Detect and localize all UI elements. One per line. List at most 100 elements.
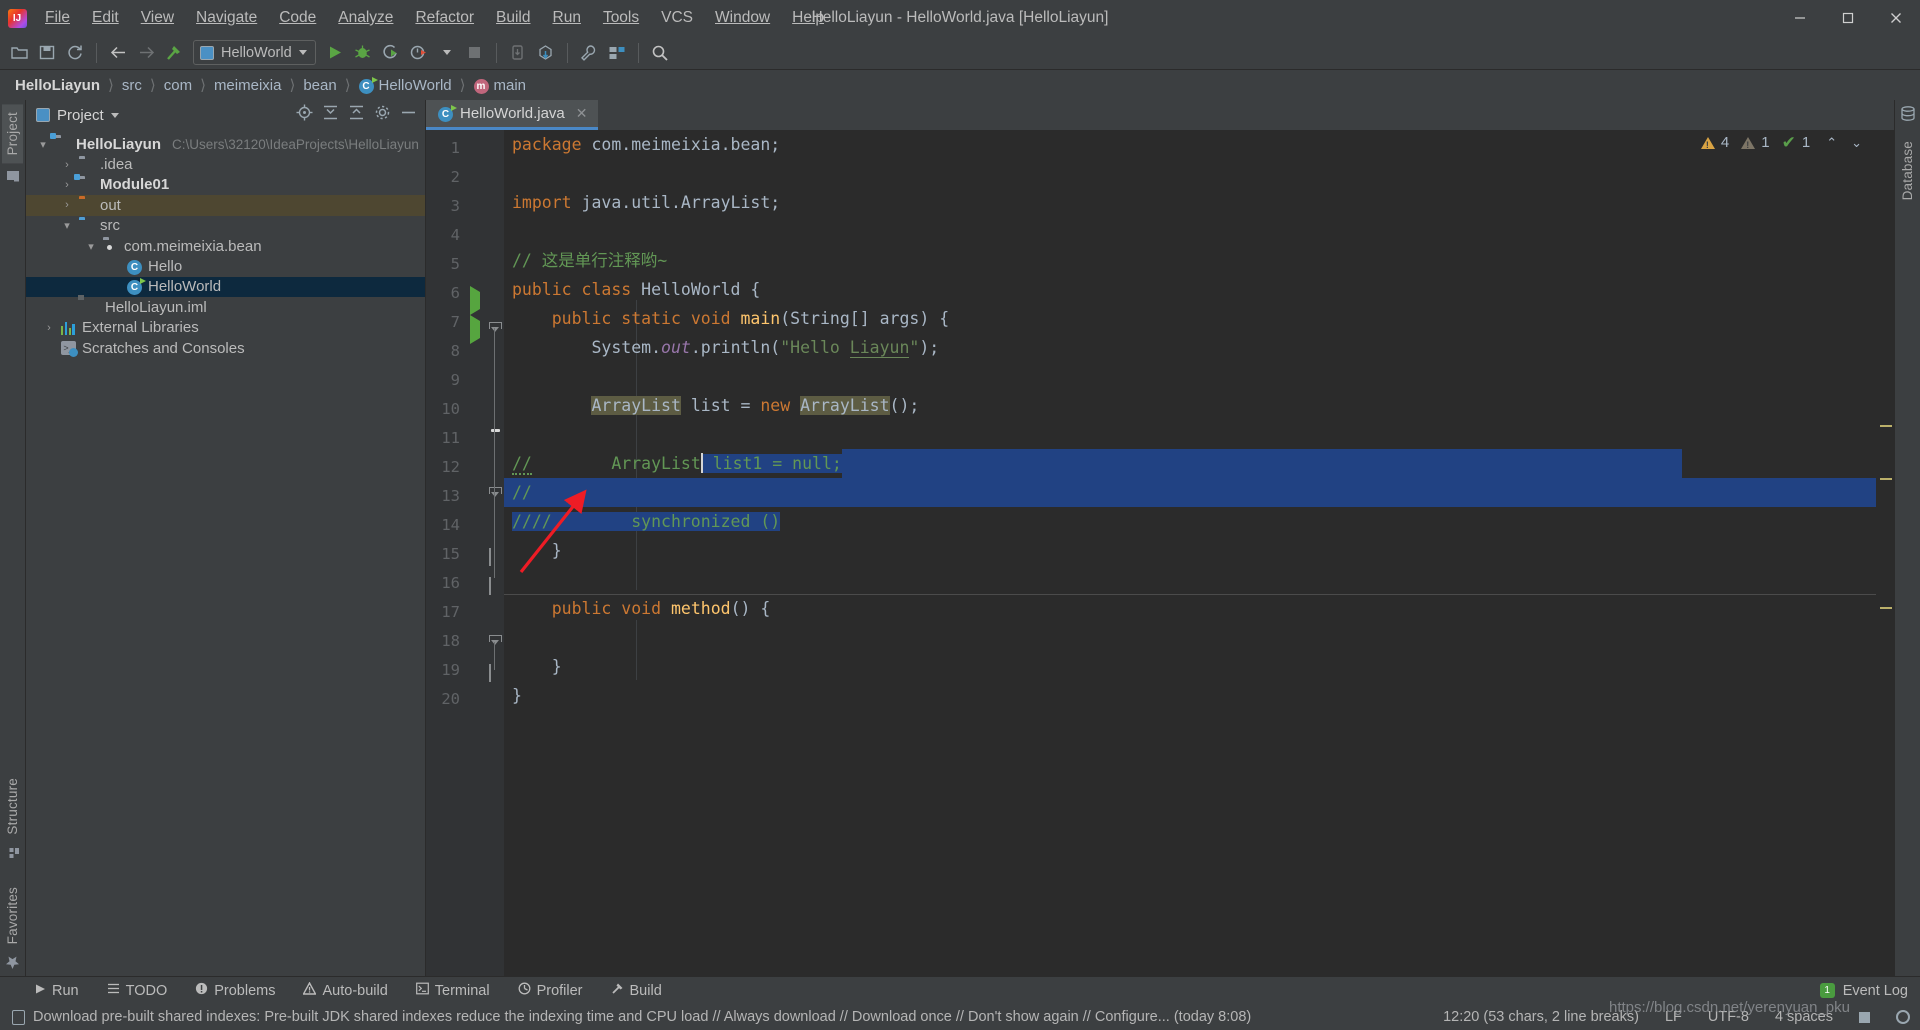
breadcrumb-item-bean[interactable]: bean xyxy=(300,77,339,94)
menu-file[interactable]: File xyxy=(34,5,81,31)
code-line-6[interactable]: public class HelloWorld { xyxy=(504,275,1894,304)
event-log-area[interactable]: 1 Event Log xyxy=(1819,983,1920,999)
hammer-icon[interactable] xyxy=(161,40,187,66)
menu-refactor[interactable]: Refactor xyxy=(404,5,485,31)
tree-row-src[interactable]: ▾ src xyxy=(26,216,425,236)
sync-icon[interactable] xyxy=(62,40,88,66)
bottom-tab-problems[interactable]: Problems xyxy=(191,980,279,1001)
tree-row-out[interactable]: › out xyxy=(26,195,425,216)
close-button[interactable] xyxy=(1872,0,1920,36)
previous-problem-icon[interactable]: ⌃ xyxy=(1826,135,1837,151)
bottom-tab-run[interactable]: Run xyxy=(30,981,83,1001)
menu-help[interactable]: Help xyxy=(781,5,835,31)
menu-navigate[interactable]: Navigate xyxy=(185,5,268,31)
menu-vcs[interactable]: VCS xyxy=(650,5,704,31)
locate-icon[interactable] xyxy=(296,104,313,126)
tree-row-idea[interactable]: › .idea xyxy=(26,154,425,174)
code-line-13[interactable]: // xyxy=(504,478,1894,507)
fold-marker[interactable] xyxy=(489,577,491,595)
hide-icon[interactable] xyxy=(400,104,417,126)
maximize-button[interactable] xyxy=(1824,0,1872,36)
tree-row-iml[interactable]: HelloLiayun.iml xyxy=(26,297,425,317)
run-configuration-selector[interactable]: HelloWorld xyxy=(193,40,316,65)
menu-build[interactable]: Build xyxy=(485,5,541,31)
bottom-tab-todo[interactable]: TODO xyxy=(103,980,172,1001)
forward-arrow-icon[interactable] xyxy=(133,40,159,66)
breadcrumb-item-project[interactable]: HelloLiayun xyxy=(12,77,103,94)
code-line-16[interactable] xyxy=(504,565,1894,594)
line-separator[interactable]: LF xyxy=(1665,1009,1682,1025)
run-icon[interactable] xyxy=(322,40,348,66)
wrench-icon[interactable] xyxy=(576,40,602,66)
code-line-5[interactable]: // 这是单行注释哟~ xyxy=(504,246,1894,275)
breadcrumb-item-meimeixia[interactable]: meimeixia xyxy=(211,77,285,94)
code-line-2[interactable] xyxy=(504,159,1894,188)
tree-row-helloworld[interactable]: C HelloWorld xyxy=(26,276,425,298)
bottom-tab-profiler[interactable]: Profiler xyxy=(514,980,587,1001)
project-structure-icon[interactable] xyxy=(604,40,630,66)
open-folder-icon[interactable] xyxy=(6,40,32,66)
settings-gear-icon[interactable] xyxy=(1896,1010,1910,1024)
settings-gear-icon[interactable] xyxy=(374,104,391,126)
code-line-17[interactable]: public void method() { xyxy=(504,594,1894,623)
bottom-tab-auto-build[interactable]: Auto-build xyxy=(299,980,391,1001)
code-line-4[interactable] xyxy=(504,217,1894,246)
tree-row-package[interactable]: ▾ com.meimeixia.bean xyxy=(26,236,425,256)
project-panel-title[interactable]: Project xyxy=(36,107,119,124)
menu-window[interactable]: Window xyxy=(704,5,781,31)
code-line-12[interactable]: // ArrayList list1 = null; xyxy=(504,449,1894,478)
code-line-11[interactable] xyxy=(504,420,1894,449)
tree-row-module01[interactable]: › Module01 xyxy=(26,173,425,195)
menu-view[interactable]: View xyxy=(130,5,185,31)
indent-setting[interactable]: 4 spaces xyxy=(1775,1009,1833,1025)
tree-row-scratches[interactable]: >_ Scratches and Consoles xyxy=(26,338,425,358)
bottom-tab-build[interactable]: Build xyxy=(607,980,666,1001)
code-line-9[interactable] xyxy=(504,362,1894,391)
editor-tab-helloworld[interactable]: C HelloWorld.java ✕ xyxy=(426,100,598,130)
code-line-8[interactable]: System.out.println("Hello Liayun"); xyxy=(504,333,1894,362)
run-method-gutter-icon[interactable] xyxy=(470,315,480,344)
run-with-coverage-icon[interactable] xyxy=(378,40,404,66)
commit-icon[interactable] xyxy=(533,40,559,66)
rail-tab-database[interactable]: Database xyxy=(1897,133,1918,208)
bottom-tab-terminal[interactable]: Terminal xyxy=(412,980,494,1001)
code-line-1[interactable]: package com.meimeixia.bean; xyxy=(504,130,1894,159)
fold-marker[interactable] xyxy=(489,548,491,566)
error-stripe-margin[interactable] xyxy=(1876,130,1894,976)
stripe-mark[interactable] xyxy=(1880,607,1892,609)
code-line-10[interactable]: ArrayList list = new ArrayList(); xyxy=(504,391,1894,420)
menu-analyze[interactable]: Analyze xyxy=(327,5,404,31)
close-icon[interactable]: ✕ xyxy=(576,105,588,122)
profile-icon[interactable] xyxy=(406,40,432,66)
code-editor[interactable]: package com.meimeixia.bean; import java.… xyxy=(504,130,1894,976)
stripe-mark[interactable] xyxy=(1880,478,1892,480)
save-icon[interactable] xyxy=(34,40,60,66)
event-log-label[interactable]: Event Log xyxy=(1843,983,1908,999)
database-icon[interactable] xyxy=(1900,106,1916,127)
fold-marker[interactable] xyxy=(489,664,491,682)
code-line-20[interactable]: } xyxy=(504,681,1894,710)
caret-position[interactable]: 12:20 (53 chars, 2 line breaks) xyxy=(1443,1009,1639,1025)
tree-row-external-libraries[interactable]: › External Libraries xyxy=(26,318,425,338)
breadcrumb-item-class[interactable]: C HelloWorld xyxy=(356,76,455,94)
menu-code[interactable]: Code xyxy=(268,5,327,31)
code-line-3[interactable]: import java.util.ArrayList; xyxy=(504,188,1894,217)
chevron-down-icon[interactable]: ▾ xyxy=(84,239,98,253)
menu-tools[interactable]: Tools xyxy=(592,5,650,31)
update-project-icon[interactable] xyxy=(505,40,531,66)
breadcrumb-item-com[interactable]: com xyxy=(161,77,195,94)
file-encoding[interactable]: UTF-8 xyxy=(1708,1009,1749,1025)
code-line-7[interactable]: public static void main(String[] args) { xyxy=(504,304,1894,333)
rail-tab-project[interactable]: Project xyxy=(2,104,23,164)
code-line-18[interactable] xyxy=(504,623,1894,652)
next-problem-icon[interactable]: ⌄ xyxy=(1851,135,1862,151)
project-tree[interactable]: ▾ HelloLiayun C:\Users\32120\IdeaProject… xyxy=(26,130,425,976)
minimize-button[interactable] xyxy=(1776,0,1824,36)
stop-icon[interactable] xyxy=(462,40,488,66)
chevron-down-icon[interactable] xyxy=(434,40,460,66)
notification-icon[interactable] xyxy=(12,1009,25,1025)
expand-icon[interactable] xyxy=(348,104,365,126)
collapse-all-icon[interactable] xyxy=(322,104,339,126)
rail-tab-favorites[interactable]: Favorites xyxy=(2,879,23,952)
tree-row-hello[interactable]: C Hello xyxy=(26,256,425,276)
